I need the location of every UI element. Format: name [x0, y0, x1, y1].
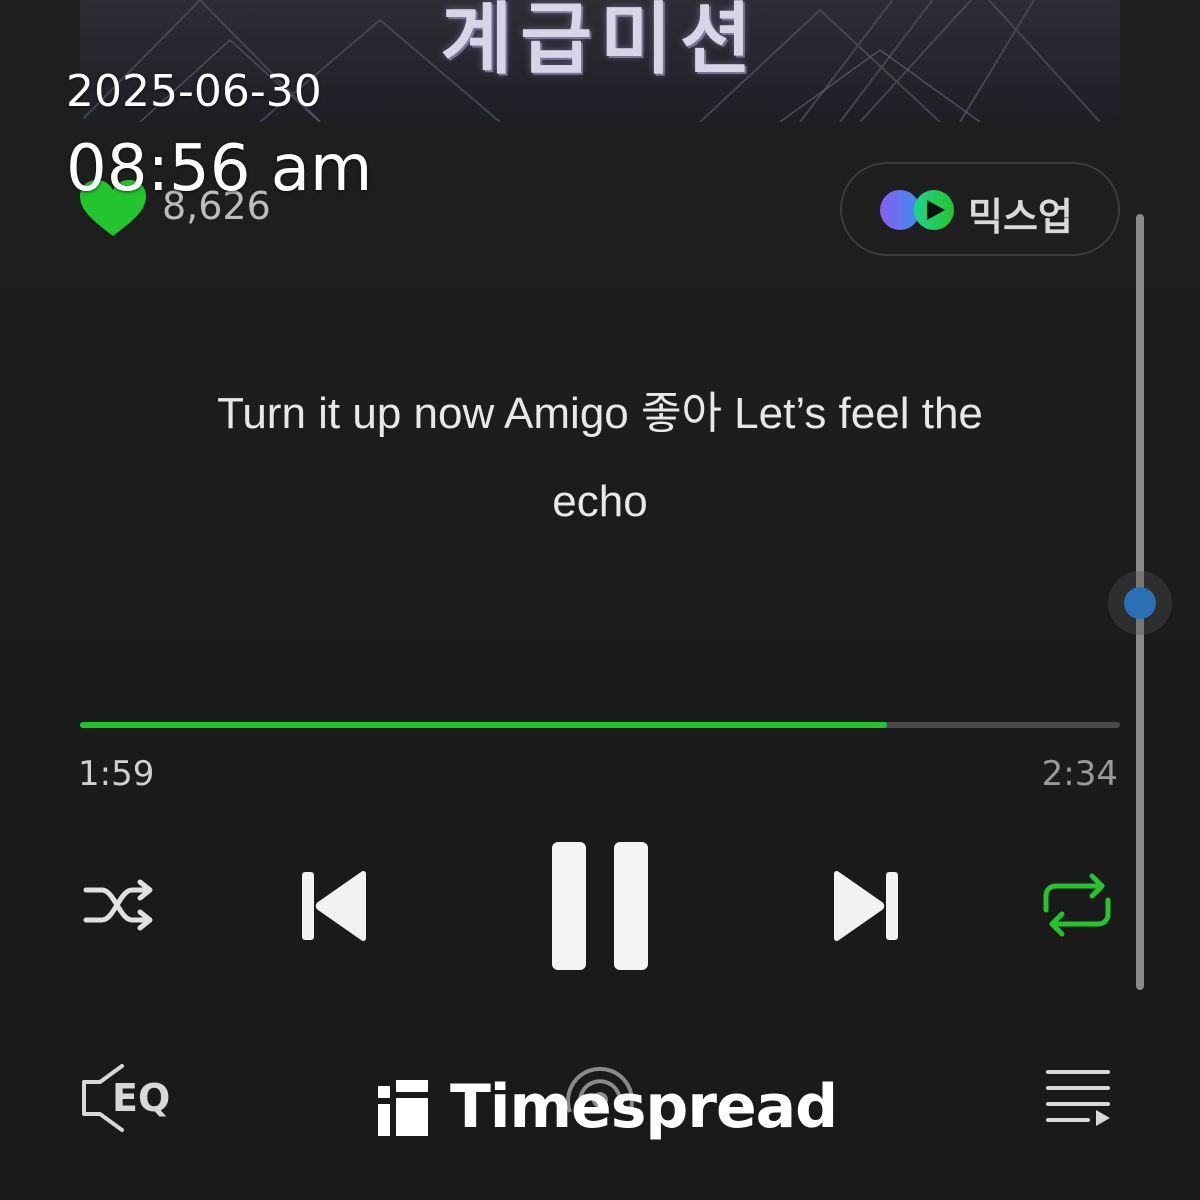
- scrollbar-thumb[interactable]: [1108, 571, 1172, 635]
- repeat-button[interactable]: [1040, 872, 1114, 938]
- pause-icon: [552, 842, 648, 970]
- pause-button[interactable]: [550, 840, 652, 972]
- playback-progress-bar[interactable]: [80, 722, 1120, 728]
- skip-previous-icon: [302, 870, 366, 942]
- lyrics-panel[interactable]: Turn it up now Amigo 좋아 Let’s feel the e…: [120, 370, 1080, 546]
- skip-next-icon: [834, 870, 898, 942]
- mixup-icon: [880, 190, 954, 230]
- next-button[interactable]: [830, 868, 900, 944]
- shuffle-icon: [83, 879, 153, 931]
- elapsed-time: 1:59: [78, 754, 155, 794]
- eq-label: EQ: [112, 1076, 171, 1120]
- eq-button[interactable]: EQ: [78, 1062, 174, 1134]
- mixup-label: 믹스업: [968, 195, 1073, 239]
- watermark-text: Timespread: [450, 1072, 838, 1142]
- mixup-button[interactable]: 믹스업: [840, 162, 1120, 256]
- watermark-logo: Timespread: [374, 1072, 844, 1142]
- repeat-icon: [1043, 873, 1111, 937]
- lyrics-line: echo: [552, 477, 648, 526]
- playlist-icon: [1046, 1070, 1110, 1126]
- lyrics-line: Turn it up now Amigo 좋아 Let’s feel the: [217, 389, 983, 438]
- shuffle-button[interactable]: [80, 872, 160, 938]
- total-time: 2:34: [1041, 754, 1118, 794]
- playback-progress-fill: [80, 722, 888, 728]
- timespread-logo-icon: [378, 1080, 428, 1136]
- timestamp-time: 08:56 am: [66, 132, 373, 206]
- music-player-screen: 계급미션 2025-06-30 8,626 08:56 am 믹스업 Turn …: [0, 0, 1200, 1200]
- previous-button[interactable]: [300, 868, 370, 944]
- timestamp-date: 2025-06-30: [66, 66, 322, 117]
- queue-button[interactable]: [1044, 1066, 1114, 1128]
